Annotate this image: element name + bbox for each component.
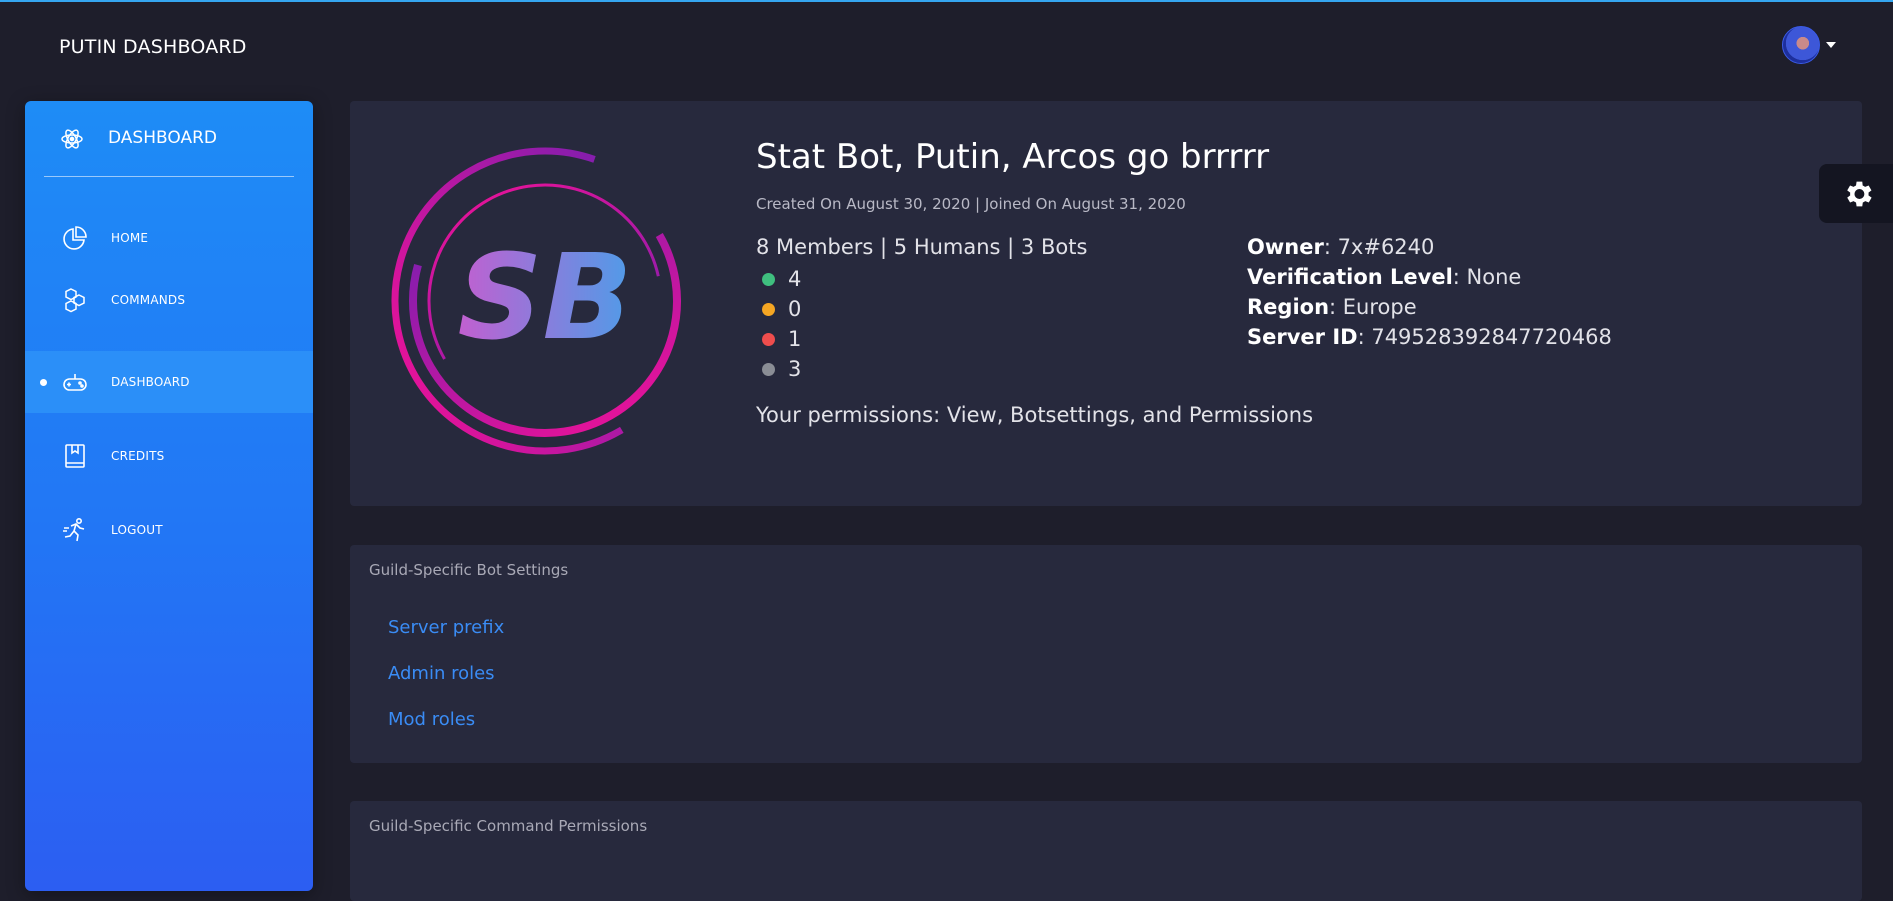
admin-roles-link[interactable]: Admin roles	[388, 663, 495, 684]
info-key: Region	[1247, 295, 1330, 319]
status-dot-icon	[762, 302, 775, 316]
server-logo: SB	[391, 147, 699, 455]
sidebar-item-label: CREDITS	[111, 449, 165, 463]
hexagons-icon	[65, 288, 85, 313]
verification-row: Verification Level: None	[1247, 265, 1612, 295]
info-key: Server ID	[1247, 325, 1358, 349]
user-menu[interactable]	[1782, 26, 1836, 64]
presence-idle: 0	[756, 294, 801, 324]
info-value: : 7x#6240	[1323, 235, 1435, 259]
presence-count: 1	[788, 327, 802, 351]
pie-chart-icon	[63, 226, 87, 250]
info-key: Verification Level	[1247, 265, 1453, 289]
mod-roles-link[interactable]: Mod roles	[388, 709, 475, 730]
sidebar-header[interactable]: DASHBOARD	[25, 101, 313, 177]
guild-dates: Created On August 30, 2020 | Joined On A…	[756, 195, 1186, 213]
presence-count: 3	[788, 357, 802, 381]
sidebar-divider	[44, 176, 294, 177]
presence-offline: 3	[756, 354, 801, 384]
info-key: Owner	[1247, 235, 1324, 259]
presence-dnd: 1	[756, 324, 801, 354]
guild-name: Stat Bot, Putin, Arcos go brrrrr	[756, 137, 1270, 177]
gear-icon	[1847, 181, 1872, 207]
caret-down-icon[interactable]	[1826, 42, 1836, 48]
sidebar-item-home[interactable]: HOME	[25, 207, 313, 269]
gamepad-icon	[63, 374, 87, 391]
sidebar-item-commands[interactable]: COMMANDS	[25, 269, 313, 331]
sidebar-item-dashboard[interactable]: DASHBOARD	[25, 351, 313, 413]
book-icon	[65, 444, 85, 468]
sidebar: DASHBOARD HOME COMMANDS DASHBOARD CREDIT…	[25, 101, 313, 891]
server-prefix-link[interactable]: Server prefix	[388, 617, 504, 638]
settings-toggle-button[interactable]	[1819, 164, 1893, 223]
presence-online: 4	[756, 264, 801, 294]
guild-info-list: Owner: 7x#6240 Verification Level: None …	[1247, 235, 1612, 355]
sidebar-item-credits[interactable]: CREDITS	[25, 425, 313, 487]
sidebar-item-label: LOGOUT	[111, 523, 163, 537]
avatar[interactable]	[1782, 26, 1820, 64]
info-value: : Europe	[1329, 295, 1417, 319]
presence-count: 0	[788, 297, 802, 321]
status-dot-icon	[762, 332, 775, 346]
status-dot-icon	[762, 272, 775, 286]
region-row: Region: Europe	[1247, 295, 1612, 325]
sidebar-item-label: DASHBOARD	[111, 375, 190, 389]
logo-text: SB	[458, 228, 633, 366]
server-id-row: Server ID: 749528392847720468	[1247, 325, 1612, 355]
brand-title[interactable]: PUTIN DASHBOARD	[59, 36, 247, 58]
atom-icon	[61, 129, 83, 149]
status-dot-icon	[762, 362, 775, 376]
command-permissions-card: Guild-Specific Command Permissions	[350, 801, 1862, 901]
sidebar-title: DASHBOARD	[108, 128, 217, 148]
card-title: Guild-Specific Bot Settings	[369, 561, 569, 579]
presence-count: 4	[788, 267, 802, 291]
sidebar-item-logout[interactable]: LOGOUT	[25, 499, 313, 561]
bot-settings-card: Guild-Specific Bot Settings Server prefi…	[350, 545, 1862, 763]
running-person-icon	[63, 517, 85, 542]
info-value: : None	[1452, 265, 1522, 289]
top-navbar: PUTIN DASHBOARD	[0, 2, 1893, 92]
presence-list: 4 0 1 3	[756, 264, 801, 384]
info-value: : 749528392847720468	[1357, 325, 1612, 349]
guild-overview-card: SB Stat Bot, Putin, Arcos go brrrrr Crea…	[350, 101, 1862, 506]
member-summary: 8 Members | 5 Humans | 3 Bots	[756, 235, 1088, 259]
sidebar-item-label: COMMANDS	[111, 293, 186, 307]
card-title: Guild-Specific Command Permissions	[369, 817, 648, 835]
sidebar-item-label: HOME	[111, 231, 149, 245]
owner-row: Owner: 7x#6240	[1247, 235, 1612, 265]
active-indicator-dot	[40, 379, 47, 386]
user-permissions: Your permissions: View, Botsettings, and…	[756, 403, 1314, 427]
